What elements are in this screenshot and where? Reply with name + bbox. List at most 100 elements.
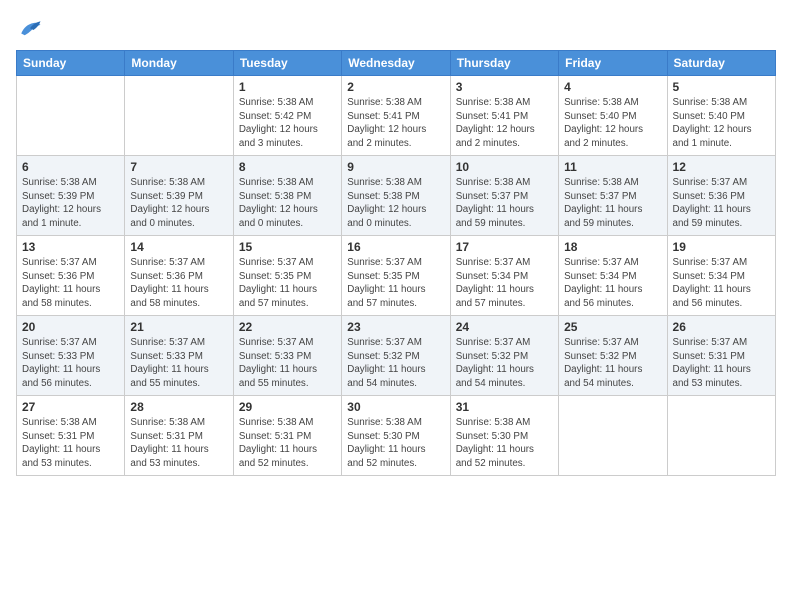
day-detail: Sunrise: 5:38 AM Sunset: 5:39 PM Dayligh… <box>130 176 227 231</box>
calendar-cell: 10 Sunrise: 5:38 AM Sunset: 5:37 PM Dayli… <box>450 156 558 236</box>
day-detail: Sunrise: 5:38 AM Sunset: 5:31 PM Dayligh… <box>130 416 227 471</box>
day-number: 10 <box>456 160 553 174</box>
calendar-cell: 22 Sunrise: 5:37 AM Sunset: 5:33 PM Dayli… <box>233 316 341 396</box>
calendar-cell <box>559 396 667 476</box>
logo-icon <box>16 16 44 44</box>
day-detail: Sunrise: 5:38 AM Sunset: 5:38 PM Dayligh… <box>239 176 336 231</box>
weekday-header-saturday: Saturday <box>667 51 775 76</box>
calendar-cell: 6 Sunrise: 5:38 AM Sunset: 5:39 PM Daylig… <box>17 156 125 236</box>
calendar-cell <box>667 396 775 476</box>
calendar-cell: 3 Sunrise: 5:38 AM Sunset: 5:41 PM Daylig… <box>450 76 558 156</box>
calendar-cell: 17 Sunrise: 5:37 AM Sunset: 5:34 PM Dayli… <box>450 236 558 316</box>
day-number: 18 <box>564 240 661 254</box>
calendar-cell: 12 Sunrise: 5:37 AM Sunset: 5:36 PM Dayli… <box>667 156 775 236</box>
calendar-cell: 24 Sunrise: 5:37 AM Sunset: 5:32 PM Dayli… <box>450 316 558 396</box>
weekday-header-row: SundayMondayTuesdayWednesdayThursdayFrid… <box>17 51 776 76</box>
day-number: 23 <box>347 320 444 334</box>
day-number: 24 <box>456 320 553 334</box>
day-detail: Sunrise: 5:38 AM Sunset: 5:41 PM Dayligh… <box>347 96 444 151</box>
day-number: 25 <box>564 320 661 334</box>
day-detail: Sunrise: 5:37 AM Sunset: 5:36 PM Dayligh… <box>673 176 770 231</box>
calendar-week-row: 20 Sunrise: 5:37 AM Sunset: 5:33 PM Dayli… <box>17 316 776 396</box>
page-header <box>16 16 776 44</box>
calendar-cell <box>125 76 233 156</box>
calendar-cell: 13 Sunrise: 5:37 AM Sunset: 5:36 PM Dayli… <box>17 236 125 316</box>
day-detail: Sunrise: 5:38 AM Sunset: 5:40 PM Dayligh… <box>673 96 770 151</box>
calendar-cell: 29 Sunrise: 5:38 AM Sunset: 5:31 PM Dayli… <box>233 396 341 476</box>
day-number: 13 <box>22 240 119 254</box>
day-number: 15 <box>239 240 336 254</box>
day-detail: Sunrise: 5:38 AM Sunset: 5:37 PM Dayligh… <box>564 176 661 231</box>
weekday-header-thursday: Thursday <box>450 51 558 76</box>
calendar-cell: 16 Sunrise: 5:37 AM Sunset: 5:35 PM Dayli… <box>342 236 450 316</box>
day-number: 4 <box>564 80 661 94</box>
day-detail: Sunrise: 5:37 AM Sunset: 5:33 PM Dayligh… <box>22 336 119 391</box>
day-number: 6 <box>22 160 119 174</box>
day-detail: Sunrise: 5:37 AM Sunset: 5:34 PM Dayligh… <box>456 256 553 311</box>
day-number: 5 <box>673 80 770 94</box>
day-number: 1 <box>239 80 336 94</box>
calendar-cell: 7 Sunrise: 5:38 AM Sunset: 5:39 PM Daylig… <box>125 156 233 236</box>
weekday-header-sunday: Sunday <box>17 51 125 76</box>
calendar-cell: 27 Sunrise: 5:38 AM Sunset: 5:31 PM Dayli… <box>17 396 125 476</box>
calendar-cell: 23 Sunrise: 5:37 AM Sunset: 5:32 PM Dayli… <box>342 316 450 396</box>
day-number: 22 <box>239 320 336 334</box>
day-number: 29 <box>239 400 336 414</box>
calendar-cell <box>17 76 125 156</box>
day-detail: Sunrise: 5:37 AM Sunset: 5:32 PM Dayligh… <box>347 336 444 391</box>
calendar-cell: 4 Sunrise: 5:38 AM Sunset: 5:40 PM Daylig… <box>559 76 667 156</box>
day-number: 31 <box>456 400 553 414</box>
calendar-cell: 9 Sunrise: 5:38 AM Sunset: 5:38 PM Daylig… <box>342 156 450 236</box>
calendar-week-row: 13 Sunrise: 5:37 AM Sunset: 5:36 PM Dayli… <box>17 236 776 316</box>
logo <box>16 16 48 44</box>
day-number: 12 <box>673 160 770 174</box>
day-detail: Sunrise: 5:38 AM Sunset: 5:42 PM Dayligh… <box>239 96 336 151</box>
calendar-cell: 1 Sunrise: 5:38 AM Sunset: 5:42 PM Daylig… <box>233 76 341 156</box>
day-number: 2 <box>347 80 444 94</box>
day-detail: Sunrise: 5:37 AM Sunset: 5:35 PM Dayligh… <box>239 256 336 311</box>
day-number: 9 <box>347 160 444 174</box>
day-number: 16 <box>347 240 444 254</box>
day-detail: Sunrise: 5:38 AM Sunset: 5:31 PM Dayligh… <box>22 416 119 471</box>
calendar-cell: 18 Sunrise: 5:37 AM Sunset: 5:34 PM Dayli… <box>559 236 667 316</box>
calendar-week-row: 1 Sunrise: 5:38 AM Sunset: 5:42 PM Daylig… <box>17 76 776 156</box>
day-detail: Sunrise: 5:38 AM Sunset: 5:41 PM Dayligh… <box>456 96 553 151</box>
day-detail: Sunrise: 5:37 AM Sunset: 5:31 PM Dayligh… <box>673 336 770 391</box>
day-number: 20 <box>22 320 119 334</box>
calendar-cell: 31 Sunrise: 5:38 AM Sunset: 5:30 PM Dayli… <box>450 396 558 476</box>
day-detail: Sunrise: 5:38 AM Sunset: 5:40 PM Dayligh… <box>564 96 661 151</box>
day-detail: Sunrise: 5:37 AM Sunset: 5:34 PM Dayligh… <box>564 256 661 311</box>
day-detail: Sunrise: 5:38 AM Sunset: 5:30 PM Dayligh… <box>456 416 553 471</box>
weekday-header-monday: Monday <box>125 51 233 76</box>
day-number: 27 <box>22 400 119 414</box>
calendar-cell: 5 Sunrise: 5:38 AM Sunset: 5:40 PM Daylig… <box>667 76 775 156</box>
day-detail: Sunrise: 5:37 AM Sunset: 5:32 PM Dayligh… <box>564 336 661 391</box>
calendar-cell: 26 Sunrise: 5:37 AM Sunset: 5:31 PM Dayli… <box>667 316 775 396</box>
day-number: 11 <box>564 160 661 174</box>
day-detail: Sunrise: 5:37 AM Sunset: 5:35 PM Dayligh… <box>347 256 444 311</box>
day-detail: Sunrise: 5:37 AM Sunset: 5:32 PM Dayligh… <box>456 336 553 391</box>
day-detail: Sunrise: 5:38 AM Sunset: 5:39 PM Dayligh… <box>22 176 119 231</box>
day-detail: Sunrise: 5:38 AM Sunset: 5:38 PM Dayligh… <box>347 176 444 231</box>
calendar-week-row: 6 Sunrise: 5:38 AM Sunset: 5:39 PM Daylig… <box>17 156 776 236</box>
day-detail: Sunrise: 5:38 AM Sunset: 5:30 PM Dayligh… <box>347 416 444 471</box>
calendar-cell: 2 Sunrise: 5:38 AM Sunset: 5:41 PM Daylig… <box>342 76 450 156</box>
calendar-table: SundayMondayTuesdayWednesdayThursdayFrid… <box>16 50 776 476</box>
calendar-cell: 21Sunrise: 5:37 AM Sunset: 5:33 PM Dayli… <box>125 316 233 396</box>
calendar-cell: 8Sunrise: 5:38 AM Sunset: 5:38 PM Daylig… <box>233 156 341 236</box>
day-detail: Sunrise: 5:37 AM Sunset: 5:33 PM Dayligh… <box>239 336 336 391</box>
day-number: 28 <box>130 400 227 414</box>
day-detail: Sunrise: 5:37 AM Sunset: 5:36 PM Dayligh… <box>22 256 119 311</box>
day-number: 19 <box>673 240 770 254</box>
day-number: 30 <box>347 400 444 414</box>
day-detail: Sunrise: 5:37 AM Sunset: 5:34 PM Dayligh… <box>673 256 770 311</box>
day-detail: Sunrise: 5:38 AM Sunset: 5:31 PM Dayligh… <box>239 416 336 471</box>
weekday-header-tuesday: Tuesday <box>233 51 341 76</box>
day-number: 17 <box>456 240 553 254</box>
day-number: 7 <box>130 160 227 174</box>
calendar-cell: 28 Sunrise: 5:38 AM Sunset: 5:31 PM Dayli… <box>125 396 233 476</box>
day-number: 3 <box>456 80 553 94</box>
calendar-cell: 15 Sunrise: 5:37 AM Sunset: 5:35 PM Dayli… <box>233 236 341 316</box>
day-number: 26 <box>673 320 770 334</box>
day-detail: Sunrise: 5:38 AM Sunset: 5:37 PM Dayligh… <box>456 176 553 231</box>
